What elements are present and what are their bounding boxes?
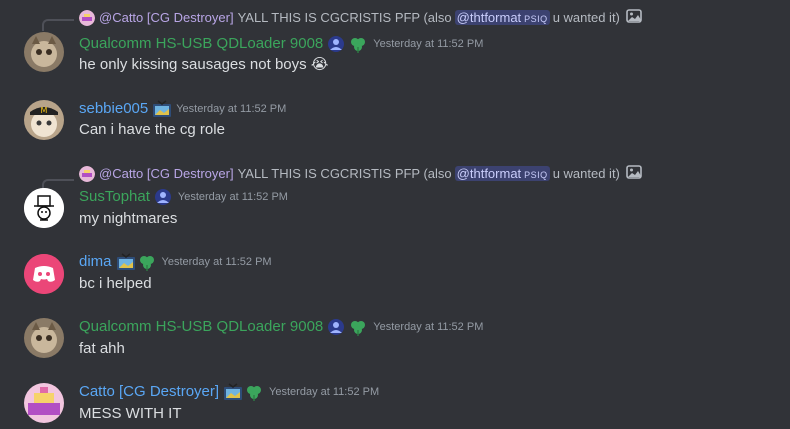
reply-avatar [79,9,95,26]
message-text: Can i have the cg role [79,121,225,138]
image-icon [626,164,642,183]
message-text: fat ahh [79,340,125,357]
timestamp[interactable]: Yesterday at 11:52 PM [176,103,286,115]
message-header: Qualcomm HS-USB QDLoader 9008 Yesterday … [79,35,483,53]
role-icon [327,35,345,53]
emoji[interactable]: 😭 [311,56,329,73]
reply-text-after: u wanted it) [552,166,620,181]
clover-icon [349,35,367,53]
avatar[interactable] [24,383,64,423]
clover-icon [138,253,156,271]
username[interactable]: SusTophat [79,188,150,206]
role-icon [154,188,172,206]
reply-author[interactable]: @Catto [CG Destroyer] [99,166,234,181]
reply-text: YALL THIS IS CGCRISTIS PFP (also [237,166,452,181]
message-text: MESS WITH IT [79,405,182,422]
reply-avatar [79,165,95,182]
timestamp[interactable]: Yesterday at 11:52 PM [269,386,379,398]
role-icon [327,318,345,336]
reply-preview[interactable]: @Catto [CG Destroyer] YALL THIS IS CGCRI… [79,164,642,183]
message-header: SusTophat Yesterday at 11:52 PM [79,188,288,206]
reply-mention[interactable]: @thtformat PSIQ [454,166,550,181]
reply-text: YALL THIS IS CGCRISTIS PFP (also [237,10,452,25]
timestamp[interactable]: Yesterday at 11:52 PM [178,191,288,203]
tv-icon [152,100,172,118]
username[interactable]: dima [79,253,112,271]
message-header: sebbie005 Yesterday at 11:52 PM [79,100,286,118]
timestamp[interactable]: Yesterday at 11:52 PM [373,321,483,333]
reply-text-after: u wanted it) [552,10,620,25]
svg-text:M: M [41,106,48,115]
username[interactable]: Catto [CG Destroyer] [79,383,219,401]
reply-connector [42,19,74,31]
timestamp[interactable]: Yesterday at 11:52 PM [162,256,272,268]
timestamp[interactable]: Yesterday at 11:52 PM [373,38,483,50]
username[interactable]: Qualcomm HS-USB QDLoader 9008 [79,318,323,336]
message-text: he only kissing sausages not boys [79,56,307,73]
reply-preview[interactable]: @Catto [CG Destroyer] YALL THIS IS CGCRI… [79,8,642,27]
message-header: dima Yesterday at 11:52 PM [79,253,272,271]
tv-icon [223,383,243,401]
avatar[interactable] [24,318,64,358]
clover-icon [349,318,367,336]
avatar[interactable] [24,188,64,228]
image-icon [626,8,642,27]
message-header: Catto [CG Destroyer] Yesterday at 11:52 … [79,383,379,401]
avatar[interactable] [24,254,64,294]
message-text: my nightmares [79,210,178,227]
reply-author[interactable]: @Catto [CG Destroyer] [99,10,234,25]
tv-icon [116,253,135,271]
clover-icon [245,383,263,401]
username[interactable]: Qualcomm HS-USB QDLoader 9008 [79,35,323,53]
avatar[interactable]: M [24,100,64,140]
message-header: Qualcomm HS-USB QDLoader 9008 Yesterday … [79,318,483,336]
reply-mention[interactable]: @thtformat PSIQ [454,10,550,25]
message-content: he only kissing sausages not boys 😭 [79,56,328,74]
message-text: bc i helped [79,275,152,292]
username[interactable]: sebbie005 [79,100,148,118]
avatar[interactable] [24,32,64,72]
